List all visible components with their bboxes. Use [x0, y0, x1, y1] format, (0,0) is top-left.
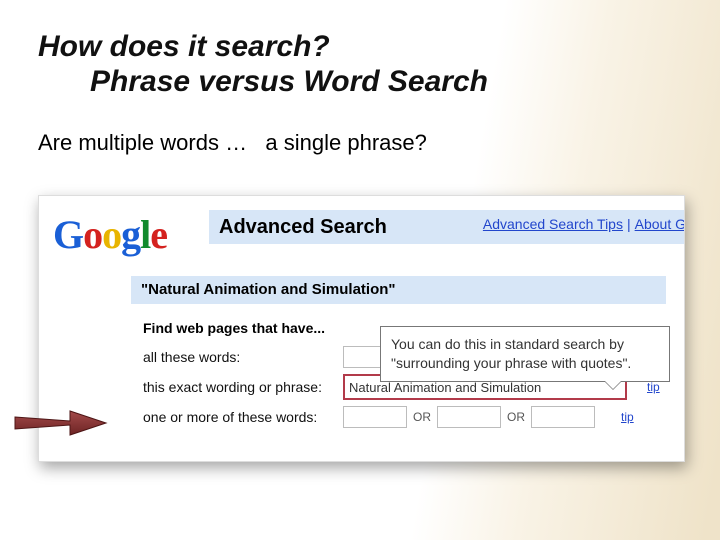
logo-letter-l: l: [140, 212, 150, 257]
about-link[interactable]: About G: [635, 216, 685, 232]
label-all-words: all these words:: [143, 349, 343, 365]
or-label-1: OR: [413, 410, 431, 424]
input-any-1[interactable]: [343, 406, 407, 428]
input-any-3[interactable]: [531, 406, 595, 428]
query-summary-bar: "Natural Animation and Simulation": [131, 276, 666, 304]
logo-letter-e: e: [150, 212, 167, 257]
slide-title-line2: Phrase versus Word Search: [90, 65, 488, 99]
label-exact-phrase: this exact wording or phrase:: [143, 379, 343, 395]
screenshot-header: Google Advanced Search Advanced Search T…: [39, 196, 684, 258]
slide-title-block: How does it search? Phrase versus Word S…: [38, 30, 488, 99]
link-separator: |: [627, 216, 631, 232]
input-any-2[interactable]: [437, 406, 501, 428]
logo-letter-g: G: [53, 212, 83, 257]
tooltip-text: You can do this in standard search by "s…: [391, 336, 631, 371]
or-label-2: OR: [507, 410, 525, 424]
screenshot-panel: Google Advanced Search Advanced Search T…: [38, 195, 685, 462]
logo-letter-o2: o: [102, 212, 121, 257]
advanced-tips-link[interactable]: Advanced Search Tips: [483, 216, 623, 232]
logo-letter-o1: o: [83, 212, 102, 257]
header-links: Advanced Search Tips|About G: [483, 216, 685, 232]
tip-link-any[interactable]: tip: [621, 410, 634, 424]
label-any-words: one or more of these words:: [143, 409, 343, 425]
google-logo: Google: [53, 211, 167, 258]
logo-letter-g2: g: [121, 212, 140, 257]
tip-link-exact[interactable]: tip: [647, 380, 660, 394]
slide-body-text: Are multiple words … a single phrase?: [38, 130, 427, 156]
tooltip-callout: You can do this in standard search by "s…: [380, 326, 670, 382]
slide-title-line1: How does it search?: [38, 30, 488, 65]
row-any-words: one or more of these words: OR OR tip: [143, 402, 684, 432]
